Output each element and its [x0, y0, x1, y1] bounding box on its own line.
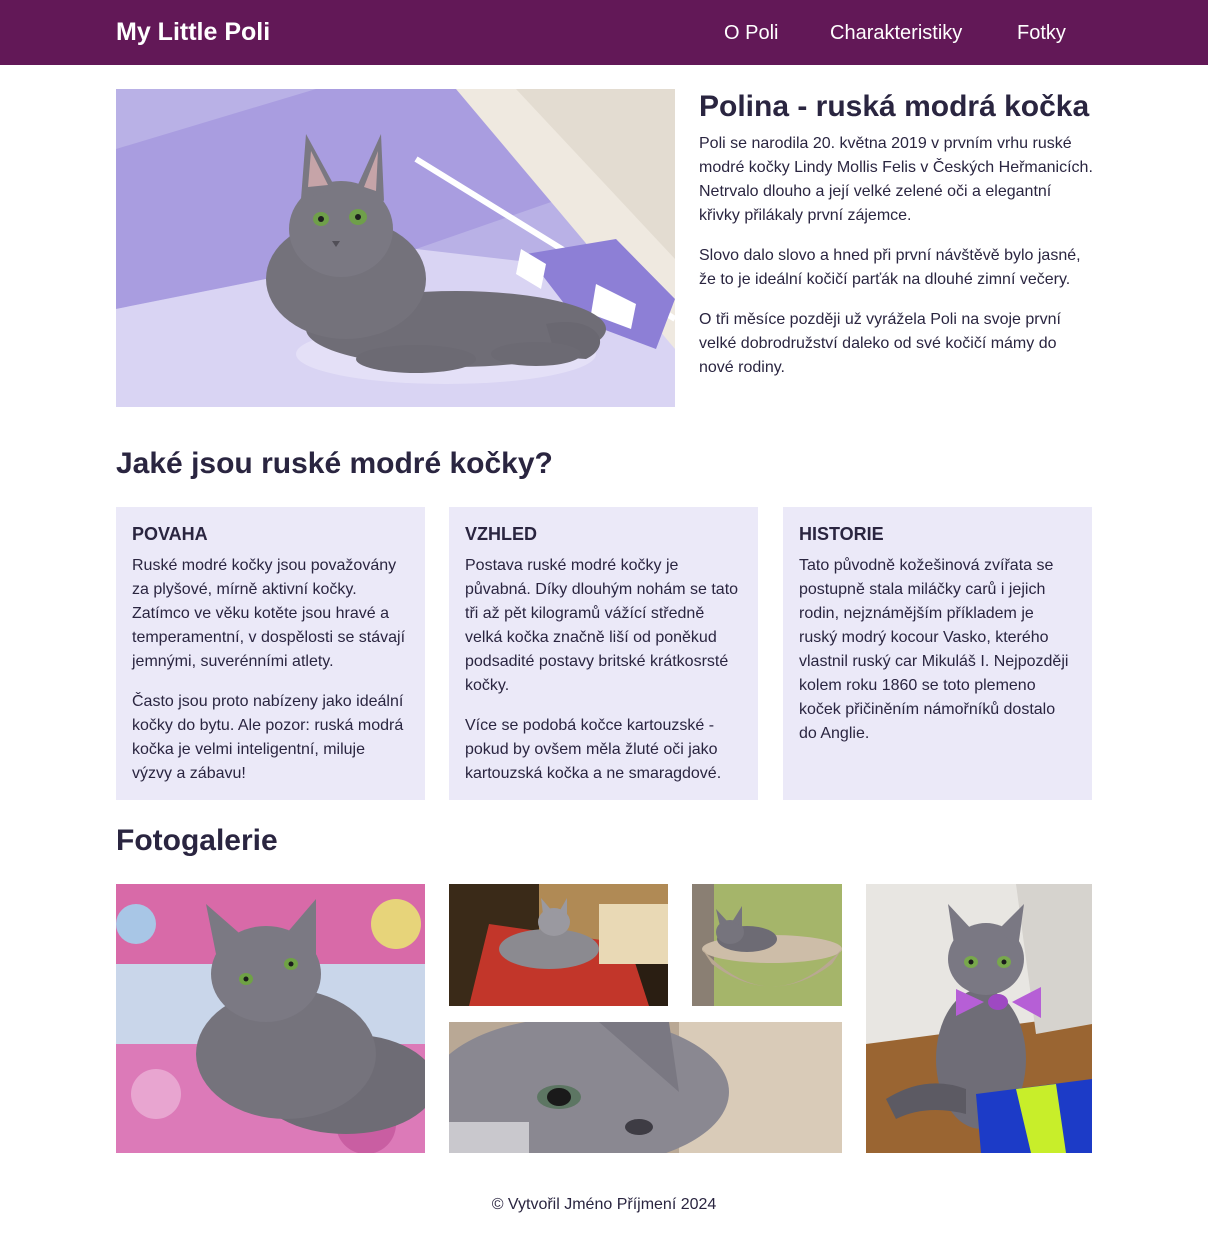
gallery-photo-4[interactable]	[449, 1022, 842, 1153]
gallery-photo-5[interactable]	[866, 884, 1092, 1153]
card-heading: HISTORIE	[799, 524, 884, 544]
gallery-photo-2[interactable]	[449, 884, 668, 1006]
card-vzhled: VZHLED Postava ruské modré kočky je půva…	[449, 507, 758, 800]
gallery-photo-1[interactable]	[116, 884, 425, 1153]
characteristics-title: Jaké jsou ruské modré kočky?	[116, 447, 553, 480]
card-heading: VZHLED	[465, 524, 537, 544]
card-paragraph: Tato původně kožešinová zvířata se postu…	[799, 557, 1069, 742]
intro-paragraph-1: Poli se narodila 20. května 2019 v první…	[699, 135, 1093, 224]
card-heading: POVAHA	[132, 524, 208, 544]
gallery-title: Fotogalerie	[116, 824, 278, 857]
intro-paragraph-2: Slovo dalo slovo a hned při první návště…	[699, 247, 1081, 288]
navbar: My Little Poli O Poli Charakteristiky Fo…	[0, 0, 1208, 65]
brand-logo-link[interactable]: My Little Poli	[116, 16, 270, 48]
card-paragraph: Postava ruské modré kočky je půvabná. Dí…	[465, 557, 739, 694]
card-historie: HISTORIE Tato původně kožešinová zvířata…	[783, 507, 1092, 800]
nav-link-charakteristiky[interactable]: Charakteristiky	[830, 20, 962, 46]
intro-title: Polina - ruská modrá kočka	[699, 90, 1090, 123]
gallery-photo-3[interactable]	[692, 884, 842, 1006]
card-paragraph: Často jsou proto nabízeny jako ideální k…	[132, 693, 404, 782]
card-paragraph: Ruské modré kočky jsou považovány za ply…	[132, 557, 406, 670]
intro-paragraph-3: O tři měsíce později už vyrážela Poli na…	[699, 311, 1061, 376]
hero-cat-photo	[116, 89, 675, 407]
card-paragraph: Více se podobá kočce kartouzské - pokud …	[465, 717, 722, 782]
nav-link-o-poli[interactable]: O Poli	[724, 20, 778, 46]
footer-copyright: © Vytvořil Jméno Příjmení 2024	[491, 1196, 717, 1213]
nav-link-fotky[interactable]: Fotky	[1017, 20, 1066, 46]
card-povaha: POVAHA Ruské modré kočky jsou považovány…	[116, 507, 425, 800]
